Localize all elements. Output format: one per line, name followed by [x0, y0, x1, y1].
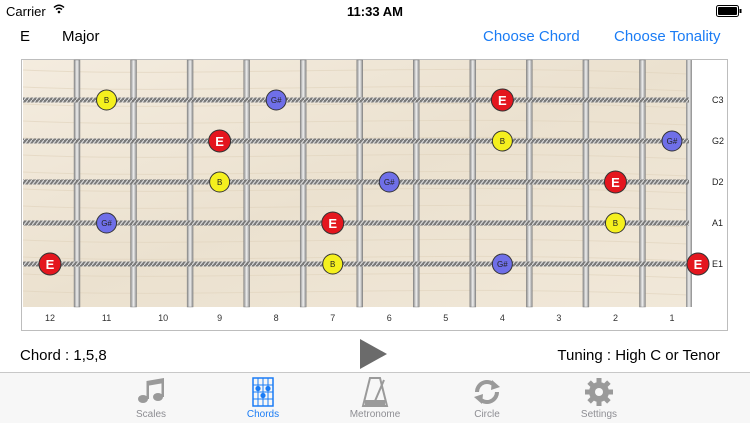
note-marker: E	[490, 88, 514, 112]
note-label: E	[328, 216, 337, 231]
note-marker: E	[208, 129, 232, 153]
fret-number: 8	[274, 313, 279, 323]
note-label: B	[330, 260, 335, 269]
string-d2	[23, 179, 689, 185]
play-icon	[360, 339, 387, 369]
note-marker: B	[491, 130, 513, 152]
metronome-icon	[361, 377, 389, 407]
tab-label-metronome: Metronome	[349, 409, 401, 420]
fret-number: 3	[556, 313, 561, 323]
note-label: G#	[497, 260, 508, 269]
note-label: E	[611, 175, 620, 190]
fret-number: 4	[500, 313, 505, 323]
note-label: E	[694, 257, 703, 272]
fret-number: 12	[45, 313, 55, 323]
fret-number: 9	[217, 313, 222, 323]
note-marker: E	[686, 252, 710, 276]
fret-number: 10	[158, 313, 168, 323]
note-marker: G#	[96, 212, 118, 234]
note-label: B	[217, 178, 222, 187]
note-label: G#	[667, 137, 678, 146]
tab-bar: Scales Chords Metronome Circle Settings	[0, 372, 750, 423]
note-label: E	[215, 134, 224, 149]
fret-number: 6	[387, 313, 392, 323]
tab-circle[interactable]: Circle	[432, 373, 542, 423]
note-label: G#	[271, 96, 282, 105]
note-label: E	[498, 93, 507, 108]
tuning-label: Tuning : High C or Tenor	[557, 347, 720, 364]
chord-formula: Chord : 1,5,8	[20, 347, 107, 364]
tab-label-settings: Settings	[580, 409, 618, 420]
string-label: C3	[712, 95, 724, 105]
fret-number: 7	[330, 313, 335, 323]
play-button[interactable]	[356, 338, 390, 370]
note-label: B	[613, 219, 618, 228]
tab-settings[interactable]: Settings	[544, 373, 654, 423]
string-label: D2	[712, 177, 724, 187]
gear-icon	[585, 378, 613, 406]
note-label: G#	[101, 219, 112, 228]
note-label: G#	[384, 178, 395, 187]
fret-number: 11	[102, 313, 111, 323]
note-marker: B	[322, 253, 344, 275]
note-marker: B	[96, 89, 118, 111]
note-marker: E	[321, 211, 345, 235]
tab-scales[interactable]: Scales	[96, 373, 206, 423]
note-marker: B	[604, 212, 626, 234]
string-label: A1	[712, 218, 723, 228]
note-marker: E	[603, 170, 627, 194]
string-label: G2	[712, 136, 724, 146]
tab-chords[interactable]: Chords	[208, 373, 318, 423]
string-g2	[23, 138, 689, 144]
string-c3	[23, 97, 689, 103]
note-marker: E	[38, 252, 62, 276]
note-label: E	[46, 257, 55, 272]
fret-numbers: 12 11 10 9 8 7 6 5 4 3 2 1	[45, 313, 675, 323]
note-marker: G#	[265, 89, 287, 111]
string-e1	[23, 261, 689, 267]
note-marker: G#	[491, 253, 513, 275]
music-note-icon	[138, 378, 164, 403]
fret-number: 2	[613, 313, 618, 323]
note-marker: G#	[378, 171, 400, 193]
note-marker: B	[209, 171, 231, 193]
tab-label-scales: Scales	[135, 409, 166, 420]
string-label: E1	[712, 259, 723, 269]
string-a1	[23, 220, 689, 226]
note-label: B	[104, 96, 109, 105]
tab-metronome[interactable]: Metronome	[320, 373, 430, 423]
note-marker: G#	[661, 130, 683, 152]
fret-number: 5	[443, 313, 448, 323]
circle-arrows-icon	[474, 380, 500, 404]
fret-number: 1	[669, 313, 674, 323]
chord-diagram-icon	[252, 377, 274, 407]
tab-label-circle: Circle	[474, 409, 500, 420]
tab-label-chords: Chords	[246, 409, 280, 420]
note-label: B	[500, 137, 505, 146]
